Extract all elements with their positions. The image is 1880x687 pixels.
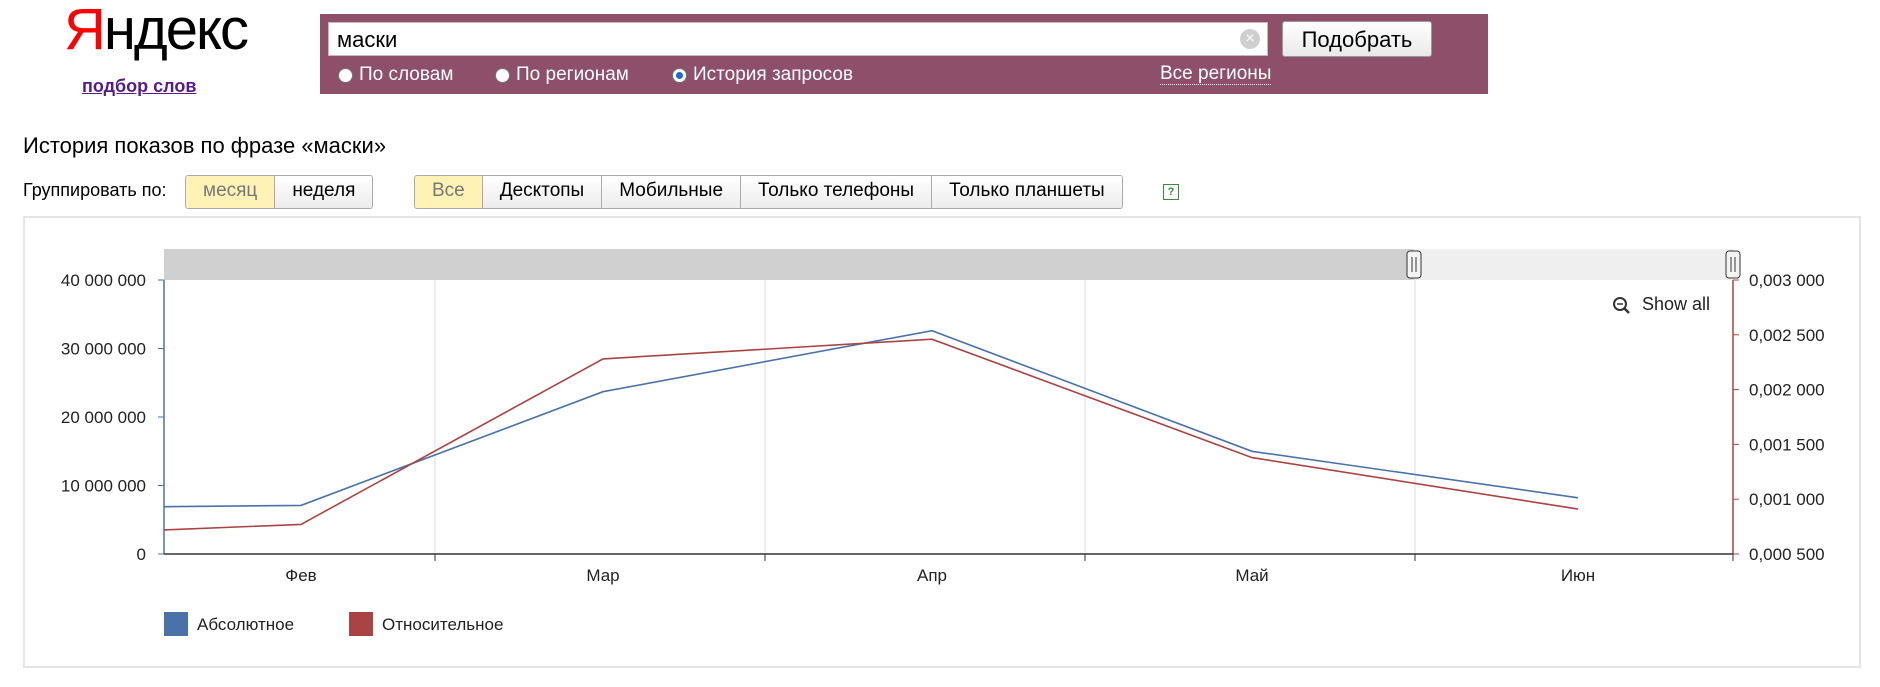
x-axis-tick-label: Июн [1561, 566, 1595, 585]
search-input[interactable]: маски [328, 22, 1268, 56]
radio-by-regions[interactable]: По регионам [495, 64, 629, 86]
device-phones-button[interactable]: Только телефоны [741, 176, 933, 208]
chart-series [163, 329, 1579, 531]
yandex-logo[interactable]: Яндекс [64, 0, 249, 70]
right-axis-tick-label: 0,001 500 [1749, 435, 1825, 454]
right-axis-tick-label: 0,000 500 [1749, 545, 1825, 564]
series-line-relative [163, 338, 1579, 531]
chart-axes: 0 10 000 000 20 000 000 30 000 000 40 000 00… [61, 271, 1825, 585]
radio-label: По словам [359, 64, 454, 85]
right-axis-tick-label: 0,003 000 [1749, 271, 1825, 290]
chart-frame: 0 10 000 000 20 000 000 30 000 000 40 000 00… [23, 216, 1861, 668]
history-chart: 0 10 000 000 20 000 000 30 000 000 40 000 00… [61, 249, 1825, 636]
left-axis-tick-label: 40 000 000 [61, 271, 146, 290]
device-all-button[interactable]: Все [415, 176, 483, 208]
wordstat-link[interactable]: подбор слов [82, 76, 196, 97]
device-desktops-button[interactable]: Десктопы [482, 176, 603, 208]
legend-swatch [349, 612, 373, 636]
series-line-absolute [163, 329, 1579, 508]
radio-circle[interactable] [338, 67, 353, 83]
chart-legend: Абсолютное Относительное [164, 612, 503, 636]
show-all-label: Show all [1642, 294, 1710, 314]
radio-by-words[interactable]: По словам [338, 64, 453, 86]
range-handle-left[interactable] [1406, 250, 1422, 279]
x-axis-tick-label: Фев [285, 566, 316, 585]
x-axis-tick-label: Мар [586, 566, 619, 585]
left-axis-tick-label: 10 000 000 [61, 477, 146, 496]
logo-rest: ндекс [103, 0, 249, 62]
help-icon[interactable]: ? [1163, 184, 1179, 200]
right-axis-tick-label: 0,002 000 [1749, 381, 1825, 400]
right-axis-tick-label: 0,001 000 [1749, 490, 1825, 509]
logo-first-letter: Я [64, 0, 106, 62]
left-axis-tick-label: 20 000 000 [61, 408, 146, 427]
x-axis-tick-label: Май [1235, 566, 1268, 585]
group-by-toggle: месяц неделя [185, 175, 374, 209]
legend-label: Относительное [382, 615, 503, 634]
legend-label: Абсолютное [197, 615, 294, 634]
clear-icon[interactable]: × [1240, 29, 1260, 49]
left-axis-tick-label: 0 [137, 545, 146, 564]
show-all-button[interactable]: Show all [1613, 294, 1710, 314]
zoom-icon [1613, 297, 1630, 314]
group-by-label: Группировать по: [23, 180, 167, 200]
x-axis-tick-label: Апр [917, 566, 947, 585]
group-week-button[interactable]: неделя [275, 176, 373, 208]
radio-label: По регионам [516, 64, 629, 85]
radio-label: История запросов [693, 64, 854, 85]
radio-circle[interactable] [672, 67, 687, 83]
radio-circle[interactable] [495, 67, 510, 83]
range-handle-right[interactable] [1725, 250, 1741, 279]
left-axis-tick-label: 30 000 000 [61, 340, 146, 359]
device-filter: Все Десктопы Мобильные Только телефоны Т… [414, 175, 1123, 209]
range-selector-outside [1414, 249, 1733, 280]
chart-grid [434, 280, 1416, 554]
device-mobile-button[interactable]: Мобильные [602, 176, 742, 208]
group-month-button[interactable]: месяц [186, 176, 276, 208]
search-panel-arrow [1450, 14, 1476, 94]
pick-button[interactable]: Подобрать [1282, 21, 1432, 57]
legend-swatch [164, 612, 188, 636]
radio-query-history[interactable]: История запросов [672, 64, 853, 86]
device-tablets-button[interactable]: Только планшеты [932, 176, 1122, 208]
legend-item[interactable]: Абсолютное [164, 612, 294, 636]
legend-item[interactable]: Относительное [349, 612, 503, 636]
right-axis-tick-label: 0,002 500 [1749, 326, 1825, 345]
all-regions-link[interactable]: Все регионы [1160, 64, 1272, 85]
page-title: История показов по фразе «маски» [23, 133, 387, 158]
